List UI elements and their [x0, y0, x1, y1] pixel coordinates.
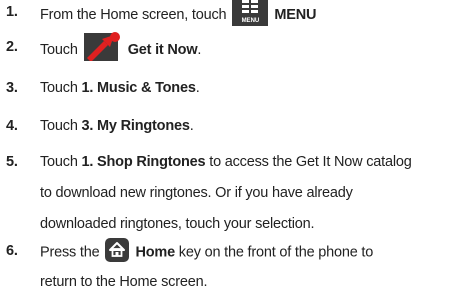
instruction-page: 1. From the Home screen, touch MENU MENU 2…: [0, 0, 472, 298]
step-number: 6.: [6, 243, 18, 259]
step-text-post: .: [195, 80, 200, 96]
step-bold: MENU: [274, 6, 317, 23]
step-text: Touch 1. Music & Tones.: [40, 80, 200, 96]
step-text-pre: Touch: [40, 154, 82, 170]
step-number: 2.: [6, 39, 18, 55]
step-text: Press the Home key on the front of the ph…: [40, 238, 374, 305]
step-text-pre: Touch: [40, 41, 78, 58]
step-text-post: .: [189, 118, 194, 134]
step-number: 1.: [6, 4, 18, 20]
step-text-pre: Touch: [40, 80, 82, 96]
step-bold: 1. Music & Tones: [81, 80, 196, 96]
step-bold: Home: [135, 244, 175, 261]
step-bold: Get it Now: [127, 41, 198, 58]
step-text-post: key on the front of the phone to: [174, 244, 374, 261]
step-line-1: Press the Home key on the front of the ph…: [40, 238, 374, 274]
get-it-now-icon: [83, 31, 122, 62]
step-text-pre: Press the: [40, 244, 100, 261]
step-text-pre: From the Home screen, touch: [40, 6, 227, 23]
step-bold: 3. My Ringtones: [81, 118, 190, 134]
step-number: 4.: [6, 118, 18, 134]
step-bold: 1. Shop Ringtones: [81, 154, 206, 170]
step-text-post: to access the Get It Now catalog: [205, 154, 412, 170]
step-number: 5.: [6, 154, 18, 170]
step-text: Touch 3. My Ringtones.: [40, 118, 194, 134]
step-number: 3.: [6, 80, 18, 96]
step-line-1: Touch 1. Shop Ringtones to access the Ge…: [40, 154, 412, 185]
step-text: Touch Get it Now.: [40, 32, 202, 62]
step-text-post: .: [197, 41, 202, 58]
step-text: Touch 1. Shop Ringtones to access the Ge…: [40, 154, 412, 247]
step-text: From the Home screen, touch MENU MENU: [40, 0, 317, 26]
step-text-pre: Touch: [40, 118, 82, 134]
menu-icon: MENU: [232, 0, 269, 26]
home-icon: [105, 238, 130, 262]
step-line-2: to download new ringtones. Or if you hav…: [40, 185, 353, 201]
step-line-2: return to the Home screen.: [40, 274, 208, 290]
menu-icon-label: MENU: [241, 18, 260, 24]
